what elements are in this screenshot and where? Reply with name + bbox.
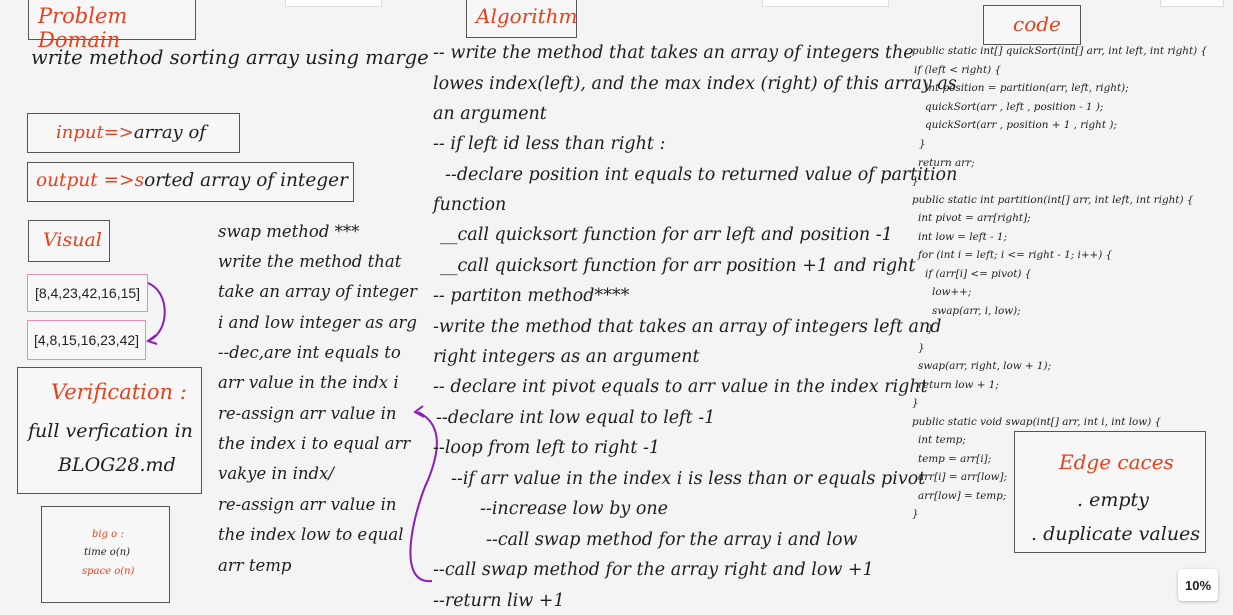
code-line: swap(arr, right, low + 1);	[918, 360, 1052, 372]
algorithm-line: --loop from left to right -1	[433, 438, 661, 458]
swap-line: re-assign arr value in	[218, 404, 397, 423]
algorithm-line: --call swap method for the array i and l…	[486, 530, 858, 550]
algorithm-line: --declare int low equal to left -1	[436, 408, 716, 428]
edge-cases-box[interactable]: Edge caces . empty . duplicate values	[1014, 431, 1206, 553]
verification-line2: BLOG28.md	[58, 454, 176, 476]
algorithm-line: --if arr value in the index i is less th…	[451, 469, 926, 489]
code-line: int pivot = arr[right];	[918, 212, 1031, 224]
swap-line: take an array of integer	[218, 282, 417, 301]
code-line: arr[i] = arr[low];	[918, 471, 1008, 483]
code-line: }	[918, 342, 925, 354]
algorithm-line: --return liw +1	[433, 591, 565, 611]
algorithm-line: __call quicksort function for arr left a…	[440, 225, 893, 245]
swap-line: arr value in the indx i	[218, 373, 399, 392]
algorithm-line: lowes index(left), and the max index (ri…	[433, 74, 957, 94]
big-o-space: space o(n)	[82, 566, 135, 577]
verification-title: Verification :	[51, 380, 187, 404]
algorithm-line: -- if left id less than right :	[433, 134, 666, 154]
code-header[interactable]: code	[983, 5, 1081, 45]
swap-line: the index i to equal arr	[218, 434, 411, 453]
code-line: temp = arr[i];	[918, 453, 992, 465]
code-line: }	[912, 508, 919, 520]
code-line: for (int i = left; i <= right - 1; i++) …	[918, 249, 1113, 261]
visual-sort-arrow	[147, 282, 166, 341]
swap-line: --dec,are int equals to	[218, 343, 401, 362]
swap-line: re-assign arr value in	[218, 495, 397, 514]
big-o-title: big o :	[92, 529, 124, 540]
edge-case-empty: . empty	[1077, 489, 1149, 511]
algorithm-header[interactable]: Algorithm	[466, 0, 578, 38]
code-line: public static int[] quickSort(int[] arr,…	[912, 45, 1208, 57]
edge-case-duplicates: . duplicate values	[1031, 523, 1201, 545]
algorithm-line: an argument	[433, 104, 547, 124]
verification-box[interactable]: Verification : full verfication in BLOG2…	[17, 367, 202, 494]
code-line: }	[912, 175, 919, 187]
swap-line: i and low integer as arg	[218, 313, 417, 332]
algorithm-line: --call swap method for the array right a…	[433, 560, 874, 580]
swap-line: arr temp	[218, 556, 292, 575]
big-o-time: time o(n)	[84, 547, 131, 558]
code-line: arr[low] = temp;	[918, 490, 1007, 502]
algorithm-title: Algorithm	[476, 4, 578, 28]
code-title: code	[1013, 12, 1061, 36]
algorithm-line: --increase low by one	[480, 499, 669, 519]
swap-call-arrowhead	[413, 405, 425, 418]
algorithm-line: __call quicksort function for arr positi…	[440, 256, 916, 276]
code-line: if (left < right) {	[914, 64, 1002, 76]
code-line: return low + 1;	[918, 379, 999, 391]
algorithm-line: --declare position int equals to returne…	[445, 165, 958, 185]
code-line: public static int partition(int[] arr, i…	[912, 194, 1194, 206]
swap-line: the index low to equal	[218, 525, 404, 544]
algorithm-line: function	[433, 195, 507, 215]
code-line: quickSort(arr , position + 1 , right );	[925, 119, 1117, 131]
algorithm-line: right integers as an argument	[433, 347, 700, 367]
code-line: }	[912, 397, 919, 409]
swap-line: write the method that	[218, 252, 402, 271]
algorithm-line: -write the method that takes an array of…	[433, 317, 942, 337]
code-line: int low = left - 1;	[918, 231, 1008, 243]
code-line: int position = partition(arr, left, righ…	[925, 82, 1129, 94]
code-line: }	[919, 138, 926, 150]
code-line: return arr;	[918, 157, 975, 169]
edge-cases-title: Edge caces	[1059, 450, 1174, 474]
algorithm-line: -- partiton method****	[433, 286, 630, 306]
code-line: quickSort(arr , left , position - 1 );	[925, 101, 1104, 113]
code-line: low++;	[932, 286, 972, 298]
swap-line: swap method ***	[218, 222, 360, 241]
code-line: swap(arr, i, low);	[932, 305, 1021, 317]
zoom-level-indicator[interactable]: 10%	[1178, 569, 1218, 601]
algorithm-line: -- write the method that takes an array …	[433, 43, 914, 63]
code-line: int temp;	[918, 434, 966, 446]
big-o-box[interactable]: big o : time o(n) space o(n)	[41, 506, 170, 603]
code-line: if (arr[i] <= pivot) {	[925, 268, 1032, 280]
swap-line: vakye in indx/	[218, 464, 334, 483]
code-line: public static void swap(int[] arr, int i…	[912, 416, 1162, 428]
verification-line1: full verfication in	[28, 420, 193, 442]
code-line: }	[927, 323, 934, 335]
algorithm-line: -- declare int pivot equals to arr value…	[433, 377, 928, 397]
